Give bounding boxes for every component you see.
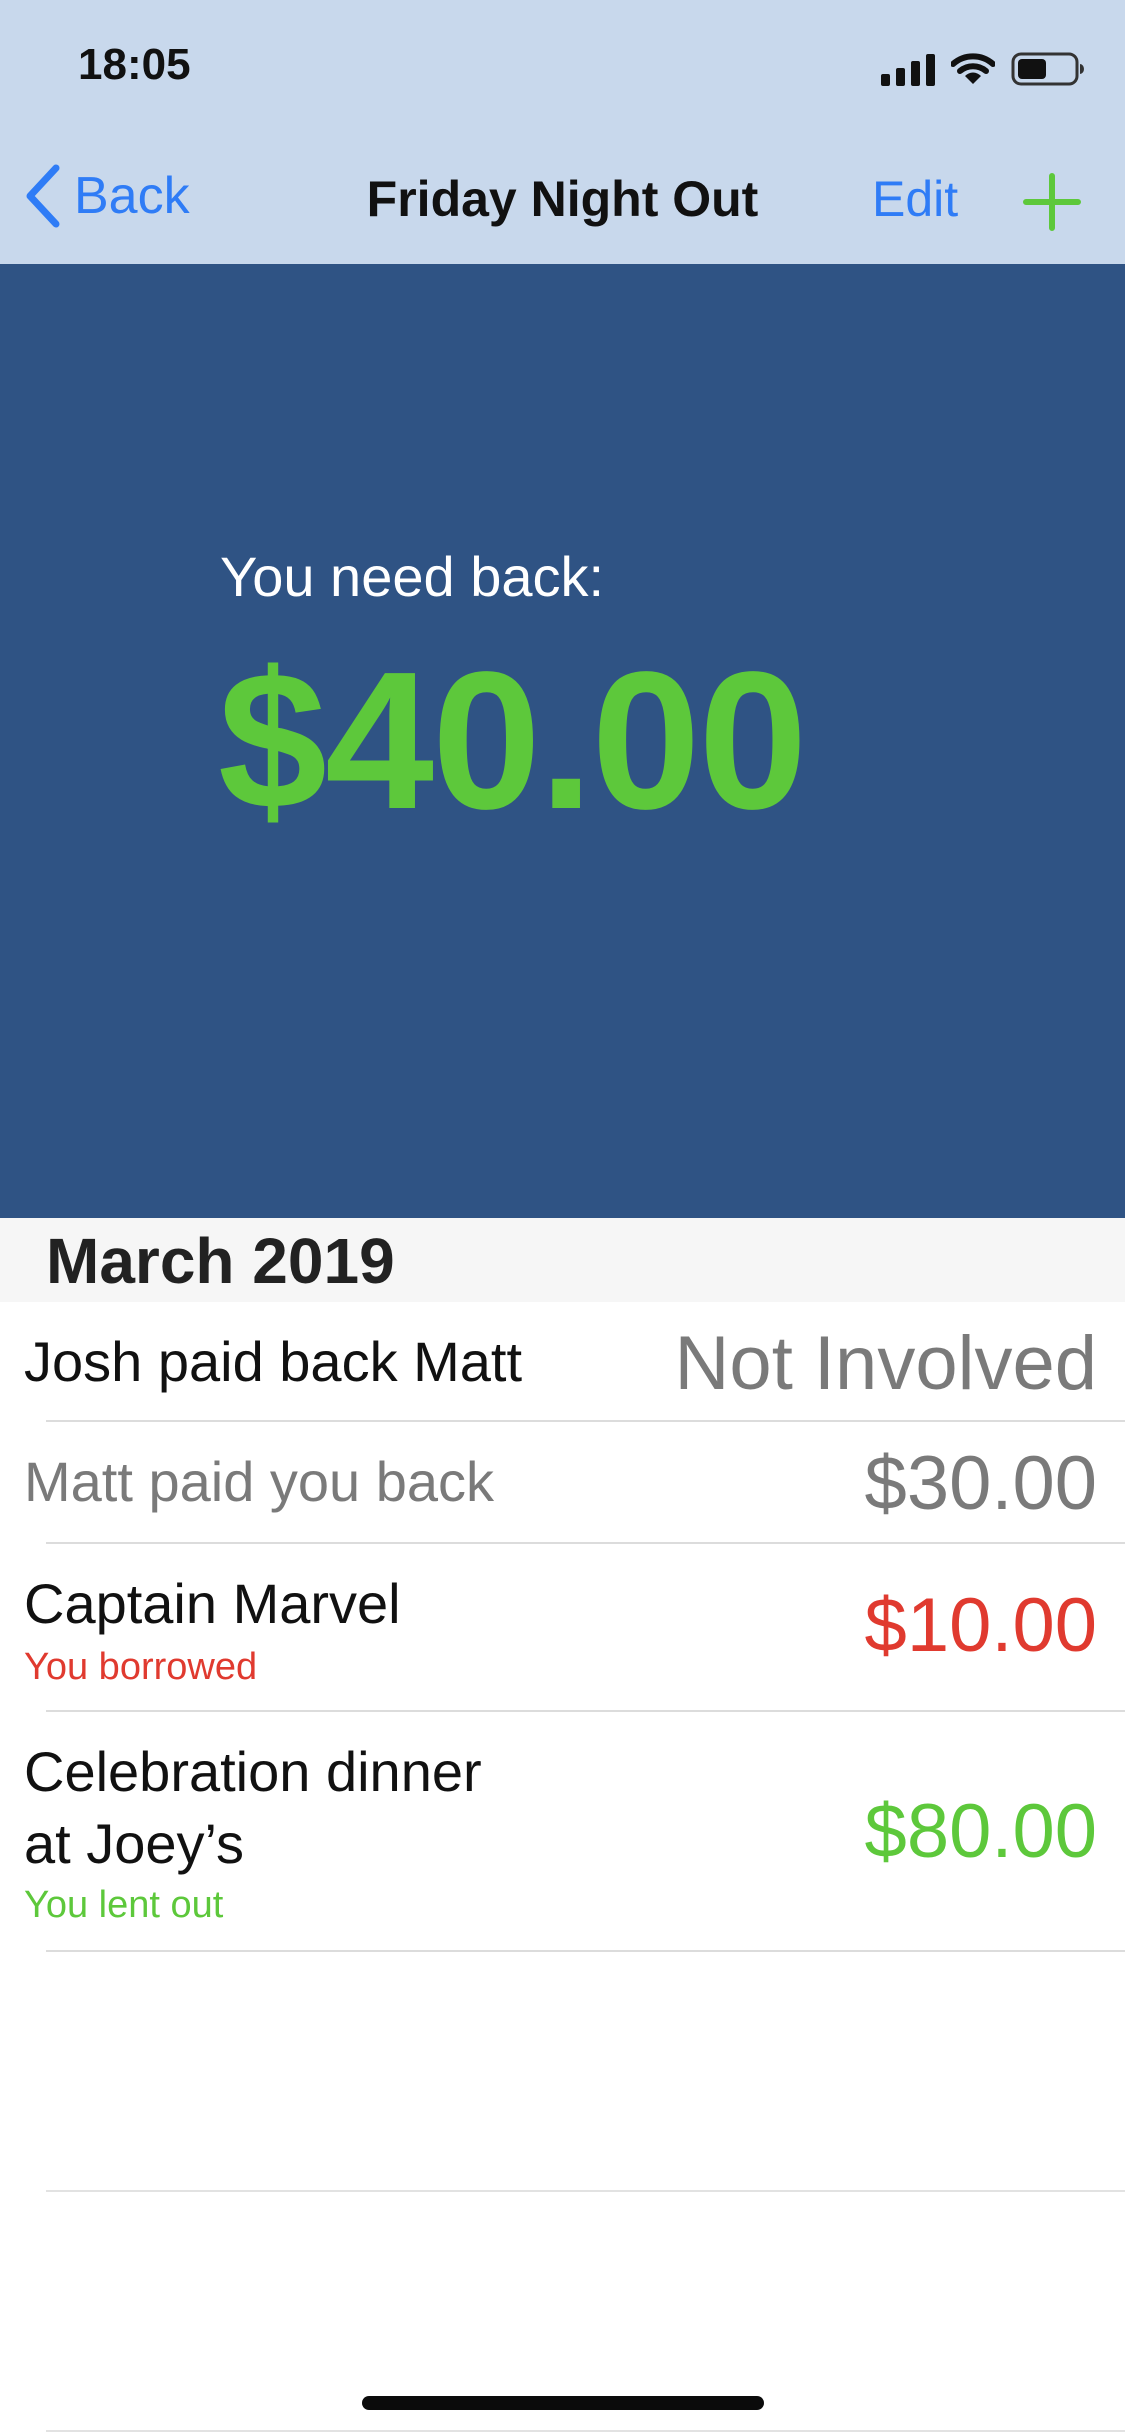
transaction-title: Matt paid you back [24,1450,495,1513]
transaction-subtitle: You lent out [24,1884,224,1926]
home-indicator[interactable] [362,2396,764,2410]
battery-icon [1011,51,1085,87]
transaction-row[interactable]: Matt paid you back $30.00 [0,1422,1125,1544]
cellular-signal-icon [881,52,935,86]
transaction-row[interactable]: Josh paid back Matt Not Involved [0,1302,1125,1422]
back-label: Back [74,167,190,225]
transaction-amount: Not Involved [674,1321,1097,1406]
balance-amount: $40.00 [218,631,807,850]
navigation-bar: Back Friday Night Out Edit [0,150,1125,250]
transaction-row[interactable]: Celebration dinner at Joey’s You lent ou… [0,1712,1125,1952]
plus-icon [1023,173,1081,231]
wifi-icon [951,52,995,86]
transaction-title: Josh paid back Matt [24,1330,523,1393]
transaction-amount: $10.00 [864,1583,1097,1668]
status-icons [881,46,1085,92]
add-button[interactable] [1022,172,1082,232]
empty-row-divider [46,2430,1125,2432]
chevron-left-icon [26,164,60,228]
transaction-row[interactable]: Captain Marvel You borrowed $10.00 [0,1544,1125,1712]
balance-summary: You need back: $40.00 [0,264,1125,1218]
transaction-subtitle: You borrowed [24,1646,258,1688]
edit-button[interactable]: Edit [872,170,958,228]
empty-row-divider [46,2190,1125,2192]
top-bar: 18:05 Back Friday Night Out Edit [0,0,1125,264]
status-time: 18:05 [78,40,191,89]
section-header: March 2019 [0,1218,1125,1302]
transaction-amount: $30.00 [864,1441,1097,1526]
row-divider [46,1950,1125,1952]
back-button[interactable]: Back [24,164,190,228]
balance-label: You need back: [220,545,605,608]
transaction-amount: $80.00 [864,1789,1097,1874]
transaction-title-line2: at Joey’s [24,1812,244,1875]
transaction-title: Captain Marvel [24,1572,401,1635]
section-title: March 2019 [46,1225,395,1297]
screen: 18:05 Back Friday Night Out Edit You nee… [0,0,1125,2436]
transaction-title-line1: Celebration dinner [24,1740,482,1803]
